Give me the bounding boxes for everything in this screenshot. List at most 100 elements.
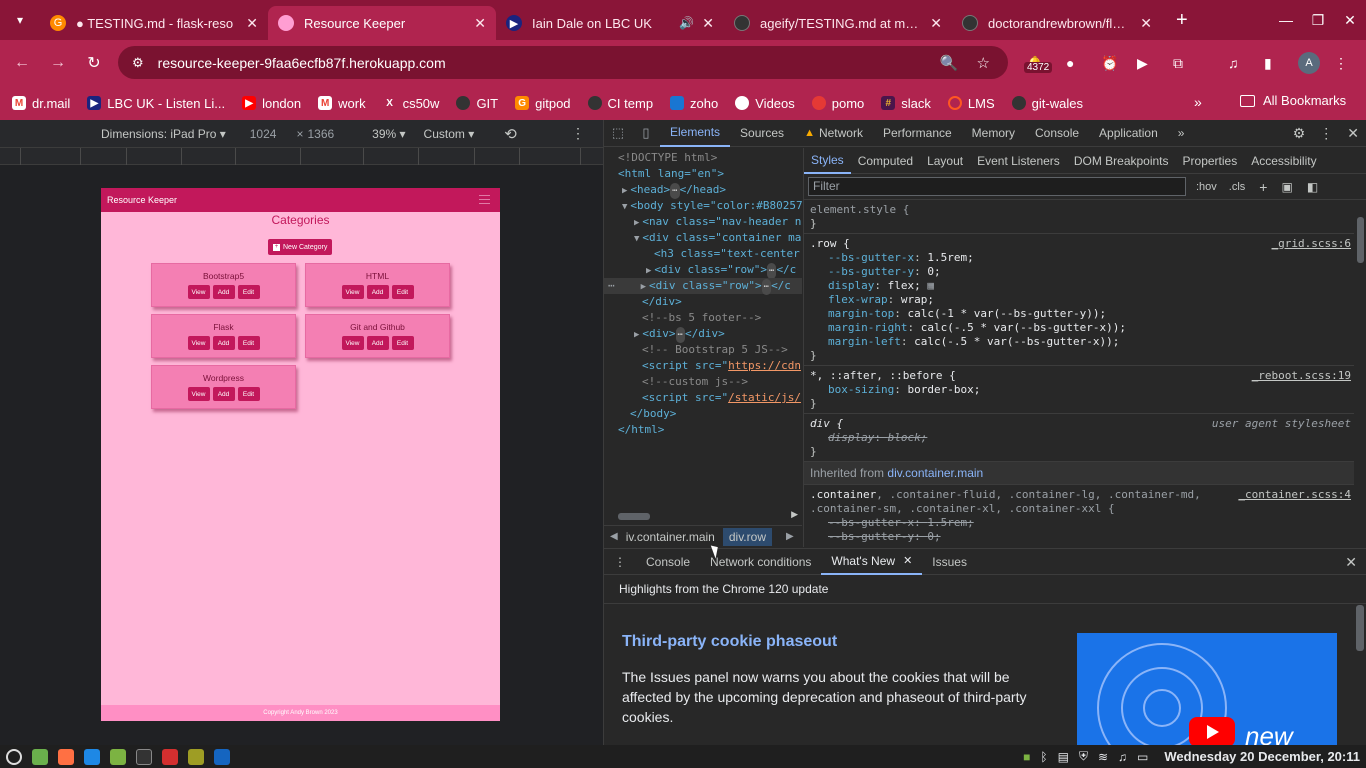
edit-button[interactable]: Edit [391, 285, 414, 299]
tab-dom-breakpoints[interactable]: DOM Breakpoints [1067, 148, 1176, 174]
add-button[interactable]: Add [366, 336, 389, 350]
address-bar[interactable]: ⚙ resource-keeper-9faa6ecfb87f.herokuapp… [118, 46, 1008, 79]
close-icon[interactable]: ✕ [246, 15, 258, 32]
styles-scrollbar[interactable] [1354, 203, 1366, 547]
cdn-link[interactable]: https://cdn [728, 359, 801, 372]
expand-triangle-icon[interactable]: ▶ [646, 266, 651, 276]
dom-line[interactable]: ▶ <div> ⋯ </div> [634, 326, 725, 343]
zoom-icon[interactable]: 🔍 [940, 54, 959, 72]
rule-source-link[interactable]: _reboot.scss:19 [1252, 369, 1351, 382]
bluetooth-icon[interactable]: ᛒ [1040, 750, 1047, 764]
music-icon[interactable]: ♫ [1118, 750, 1127, 764]
dom-line[interactable]: <!--bs 5 footer--> [642, 310, 761, 326]
opera-icon[interactable] [162, 748, 178, 765]
tab-sources[interactable]: Sources [730, 120, 794, 147]
device-width-input[interactable]: 1024 [250, 127, 277, 141]
drawer-scrollbar[interactable] [1356, 589, 1364, 739]
speaker-icon[interactable]: 🔊 [679, 16, 694, 30]
device-dimensions-select[interactable]: Dimensions: iPad Pro ▾ [101, 127, 226, 141]
collapse-triangle-icon[interactable]: ▼ [622, 202, 627, 212]
new-tab-button[interactable]: + [1176, 9, 1188, 32]
bookmark-gitwales[interactable]: git-wales [1011, 96, 1083, 111]
profile-avatar[interactable]: A [1298, 50, 1320, 76]
css-property[interactable]: margin-right: calc(-.5 * var(--bs-gutter… [810, 321, 1361, 335]
feature-video-thumbnail[interactable]: new [1077, 633, 1337, 748]
bookmark-lbc[interactable]: ▶ LBC UK - Listen Li... [87, 96, 225, 111]
tab-lbc[interactable]: ▶ Iain Dale on LBC UK 🔊 ✕ [496, 6, 724, 40]
site-info-icon[interactable]: ⚙ [132, 55, 144, 71]
css-property[interactable]: --bs-gutter-y: 0; [810, 265, 1361, 279]
avatar[interactable]: A [1298, 52, 1320, 74]
settings-gear-icon[interactable]: ⚙ [1293, 125, 1306, 142]
close-icon[interactable]: ✕ [1140, 15, 1152, 32]
tray-folder-icon[interactable]: ■ [1023, 750, 1030, 764]
tab-event-listeners[interactable]: Event Listeners [970, 148, 1067, 174]
tab-search-button[interactable]: ▾ [0, 13, 40, 27]
close-drawer-icon[interactable]: ✕ [1345, 554, 1357, 571]
battery-icon[interactable]: ▭ [1137, 750, 1148, 764]
breadcrumb-container[interactable]: iv.container.main [626, 530, 715, 544]
tab-console[interactable]: Console [1025, 120, 1089, 147]
ellipsis-icon[interactable]: ⋯ [675, 327, 685, 343]
tab-ageify[interactable]: ageify/TESTING.md at main ✕ [724, 6, 952, 40]
drawer-menu-icon[interactable]: ⋮ [604, 549, 636, 575]
wifi-icon[interactable]: ≋ [1098, 750, 1108, 764]
bookmark-citemp[interactable]: CI temp [587, 96, 653, 111]
expand-triangle-icon[interactable]: ▶ [641, 282, 646, 292]
close-window-icon[interactable]: ✕ [1334, 12, 1366, 29]
toggle-sidebar-icon[interactable]: ◧ [1307, 180, 1318, 194]
tab-memory[interactable]: Memory [962, 120, 1025, 147]
alarm-icon[interactable]: ⏰ [1101, 50, 1118, 76]
devtools-menu-icon[interactable]: ⋮ [1319, 125, 1333, 142]
expand-triangle-icon[interactable]: ▶ [622, 186, 627, 196]
forward-arrow-icon[interactable]: → [40, 54, 76, 72]
dom-line[interactable]: <!-- Bootstrap 5 JS--> [642, 342, 788, 358]
puzzle-icon[interactable]: ⧉ [1173, 50, 1183, 76]
close-icon[interactable]: ✕ [702, 15, 714, 32]
bookmark-zoho[interactable]: zoho [670, 96, 718, 111]
flexbox-editor-icon[interactable]: ▦ [927, 279, 934, 292]
add-button[interactable]: Add [212, 336, 235, 350]
dom-line[interactable]: ▼ <div class="container ma [634, 230, 801, 246]
dom-line[interactable]: <html lang="en"> [618, 166, 724, 182]
add-button[interactable]: Add [366, 285, 389, 299]
bookmark-cs50w[interactable]: Xcs50w [383, 96, 439, 111]
drawer-tab-whats-new[interactable]: What's New ✕ [821, 549, 923, 575]
bookmarks-overflow-chevron[interactable]: » [1194, 94, 1202, 110]
tab-application[interactable]: Application [1089, 120, 1168, 147]
bookmark-videos[interactable]: Videos [735, 96, 795, 111]
css-property-overridden[interactable]: --bs-gutter-x: 1.5rem; [810, 516, 1361, 530]
bookmark-lms[interactable]: LMS [947, 96, 995, 111]
bookmark-star-icon[interactable]: ☆ [977, 54, 990, 72]
start-menu-icon[interactable] [6, 748, 22, 765]
bookmark-git[interactable]: GIT [456, 96, 498, 111]
maximize-icon[interactable]: ❐ [1302, 12, 1334, 29]
rule-source-link[interactable]: _container.scss:4 [1238, 488, 1351, 501]
close-icon[interactable]: ✕ [930, 15, 942, 32]
breadcrumb-right-icon[interactable]: ▶ [786, 531, 794, 542]
image-viewer-icon[interactable] [188, 748, 204, 765]
tab-properties[interactable]: Properties [1176, 148, 1245, 174]
css-property-overridden[interactable]: display: block; [810, 431, 1361, 445]
css-property-overridden[interactable]: --bs-gutter-y: 0; [810, 530, 1361, 544]
edit-button[interactable]: Edit [391, 336, 414, 350]
device-toggle-icon[interactable]: ▯ [632, 125, 660, 141]
dom-line[interactable]: <script src="https://cdn [642, 358, 801, 374]
breadcrumb-left-icon[interactable]: ◀ [610, 531, 618, 542]
dom-line[interactable]: ▶ <div class="row"> ⋯ </c [646, 262, 796, 279]
close-icon[interactable]: ✕ [903, 554, 912, 567]
tab-performance[interactable]: Performance [873, 120, 962, 147]
dom-line[interactable]: <h3 class="text-center [654, 246, 800, 262]
throttle-select[interactable]: Custom ▾ [424, 127, 475, 141]
tab-network[interactable]: ▲ Network [794, 120, 873, 147]
bookmark-drmail[interactable]: Mdr.mail [12, 96, 70, 111]
dom-line[interactable]: ▶ <head> ⋯ </head> [622, 182, 726, 199]
rule-source-link[interactable]: _grid.scss:6 [1272, 237, 1351, 250]
close-devtools-icon[interactable]: ✕ [1347, 125, 1359, 142]
minimize-icon[interactable]: — [1270, 12, 1302, 28]
bookmark-london[interactable]: ▶ london [242, 96, 301, 111]
drawer-tab-console[interactable]: Console [636, 549, 700, 575]
clock[interactable]: Wednesday 20 December, 20:11 [1164, 749, 1360, 764]
dom-line[interactable]: <!--custom js--> [642, 374, 748, 390]
breadcrumb-row[interactable]: div.row [722, 527, 772, 546]
